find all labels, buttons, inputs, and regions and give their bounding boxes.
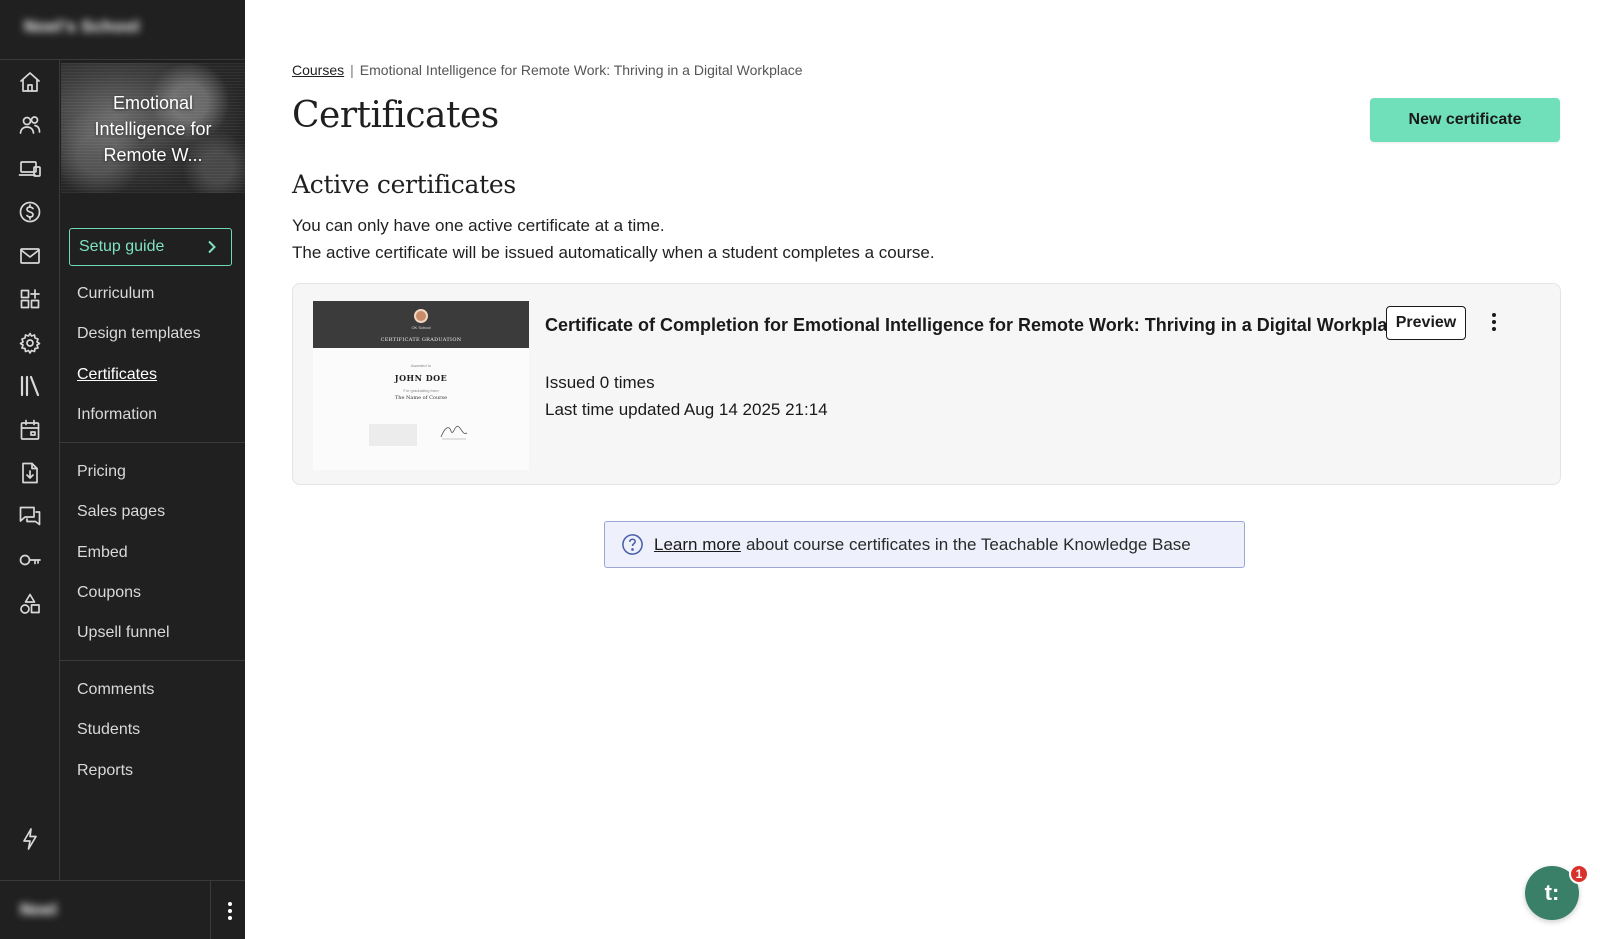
new-certificate-button[interactable]: New certificate: [1370, 98, 1560, 142]
devices-icon[interactable]: [16, 155, 44, 183]
sidebar-item-pricing[interactable]: Pricing: [77, 463, 126, 481]
breadcrumb-separator: |: [350, 62, 354, 78]
dollar-icon[interactable]: [16, 198, 44, 226]
school-header[interactable]: Noel's School: [0, 0, 245, 60]
chat-launcher-label: t:: [1544, 880, 1560, 905]
knowledge-base-callout: Learn more about course certificates in …: [604, 521, 1245, 568]
certificate-thumbnail[interactable]: OK School CERTIFICATE GRADUATION Awarded…: [313, 301, 529, 470]
certificate-recipient: JOHN DOE: [394, 373, 448, 383]
library-icon[interactable]: [16, 372, 44, 400]
mail-icon[interactable]: [16, 242, 44, 270]
sidebar-item-sales-pages[interactable]: Sales pages: [77, 503, 165, 521]
certificate-course-name: The Name of Course: [394, 395, 448, 401]
lightning-icon[interactable]: [16, 825, 44, 853]
main-content: Courses | Emotional Intelligence for Rem…: [245, 0, 1600, 939]
setup-guide-label: Setup guide: [79, 238, 165, 255]
gear-icon[interactable]: [16, 329, 44, 357]
user-name[interactable]: Noel: [20, 900, 57, 920]
menu-divider: [60, 442, 245, 443]
chevron-right-icon: [205, 240, 219, 254]
certificate-heading: CERTIFICATE GRADUATION: [380, 337, 462, 343]
sidebar-item-reports[interactable]: Reports: [77, 762, 133, 780]
download-icon[interactable]: [16, 459, 44, 487]
apps-icon[interactable]: [16, 285, 44, 313]
icon-rail: [0, 60, 60, 880]
divider: [210, 881, 211, 939]
app: Noel's School Emotional Intelligence for…: [0, 0, 1600, 939]
sidebar-item-curriculum[interactable]: Curriculum: [77, 285, 154, 303]
home-icon[interactable]: [16, 68, 44, 96]
certificate-card: OK School CERTIFICATE GRADUATION Awarded…: [292, 283, 1561, 485]
signature-box: [369, 424, 417, 446]
course-thumbnail-title: Emotional Intelligence for Remote W...: [94, 93, 212, 165]
certificate-awarded: Awarded to: [410, 363, 432, 368]
last-updated: Last time updated Aug 14 2025 21:14: [545, 400, 828, 419]
course-thumbnail[interactable]: Emotional Intelligence for Remote W...: [61, 63, 245, 193]
description-line-1: You can only have one active certificate…: [292, 216, 665, 235]
account-bar: Noel: [0, 880, 245, 939]
sidebar-item-upsell-funnel[interactable]: Upsell funnel: [77, 624, 170, 642]
sidebar: Noel's School Emotional Intelligence for…: [0, 0, 245, 939]
page-title: Certificates: [292, 95, 499, 136]
shapes-icon[interactable]: [16, 590, 44, 618]
issued-count: Issued 0 times: [545, 373, 655, 392]
breadcrumb-courses-link[interactable]: Courses: [292, 62, 344, 78]
seal-icon: [414, 309, 428, 323]
sidebar-item-comments[interactable]: Comments: [77, 681, 154, 699]
certificate-completing: For graduating from: [403, 388, 439, 393]
help-circle-icon: [621, 533, 644, 556]
course-panel: Emotional Intelligence for Remote W... S…: [60, 60, 245, 880]
key-icon[interactable]: [16, 546, 44, 574]
breadcrumb-current: Emotional Intelligence for Remote Work: …: [359, 62, 803, 78]
school-name[interactable]: Noel's School: [24, 17, 140, 37]
knowledge-base-text: about course certificates in the Teachab…: [745, 534, 1191, 554]
more-vertical-icon[interactable]: [1486, 310, 1502, 336]
signature-icon: [440, 425, 468, 440]
calendar-icon[interactable]: [16, 416, 44, 444]
more-options-icon[interactable]: [222, 899, 238, 923]
menu-divider: [60, 660, 245, 661]
certificate-school: OK School: [411, 325, 431, 330]
sidebar-item-students[interactable]: Students: [77, 721, 140, 739]
description-line-2: The active certificate will be issued au…: [292, 243, 935, 262]
sidebar-item-embed[interactable]: Embed: [77, 544, 128, 562]
sidebar-item-information[interactable]: Information: [77, 406, 157, 424]
chat-icon[interactable]: [16, 502, 44, 530]
preview-button[interactable]: Preview: [1386, 306, 1466, 340]
sidebar-item-design-templates[interactable]: Design templates: [77, 325, 201, 343]
sidebar-item-coupons[interactable]: Coupons: [77, 584, 141, 602]
notification-badge: 1: [1569, 864, 1589, 884]
setup-guide-button[interactable]: Setup guide: [69, 228, 232, 266]
certificate-title: Certificate of Completion for Emotional …: [545, 315, 1408, 335]
sidebar-item-certificates[interactable]: Certificates: [77, 366, 157, 384]
breadcrumb: Courses | Emotional Intelligence for Rem…: [292, 62, 803, 78]
section-title: Active certificates: [292, 170, 516, 199]
learn-more-link[interactable]: Learn more: [654, 535, 741, 555]
users-icon[interactable]: [16, 111, 44, 139]
